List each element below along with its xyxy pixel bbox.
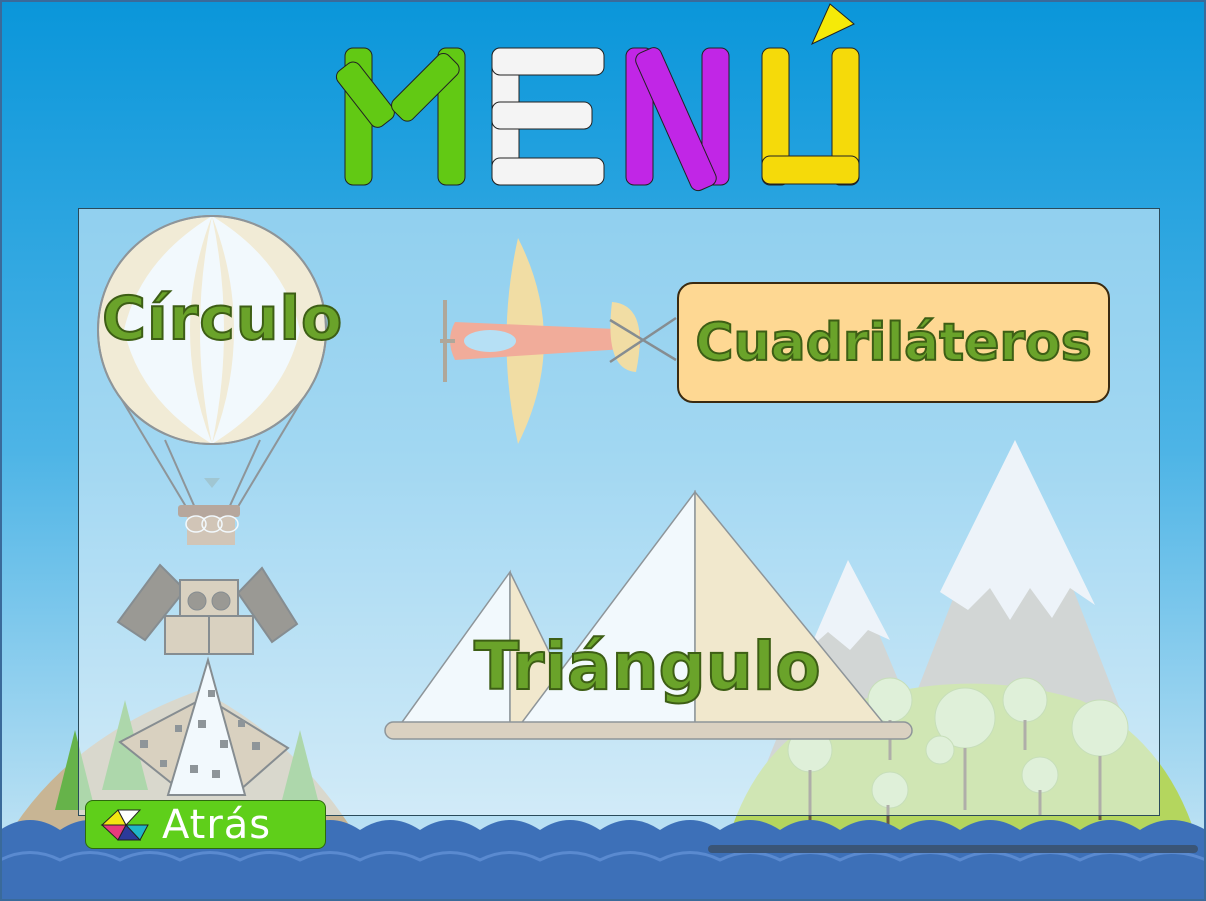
tangram-icon [100, 808, 149, 841]
circle-menu-button[interactable]: Círculo [101, 283, 344, 355]
back-button-label: Atrás [162, 801, 272, 848]
quadrilaterals-label: Cuadriláteros [694, 312, 1092, 374]
triangle-menu-button[interactable]: Triángulo [473, 627, 822, 706]
triangle-label: Triángulo [473, 627, 822, 706]
circle-label: Círculo [101, 283, 344, 355]
quadrilaterals-menu-button[interactable]: Cuadriláteros [677, 282, 1110, 403]
back-button[interactable]: Atrás [85, 800, 326, 849]
